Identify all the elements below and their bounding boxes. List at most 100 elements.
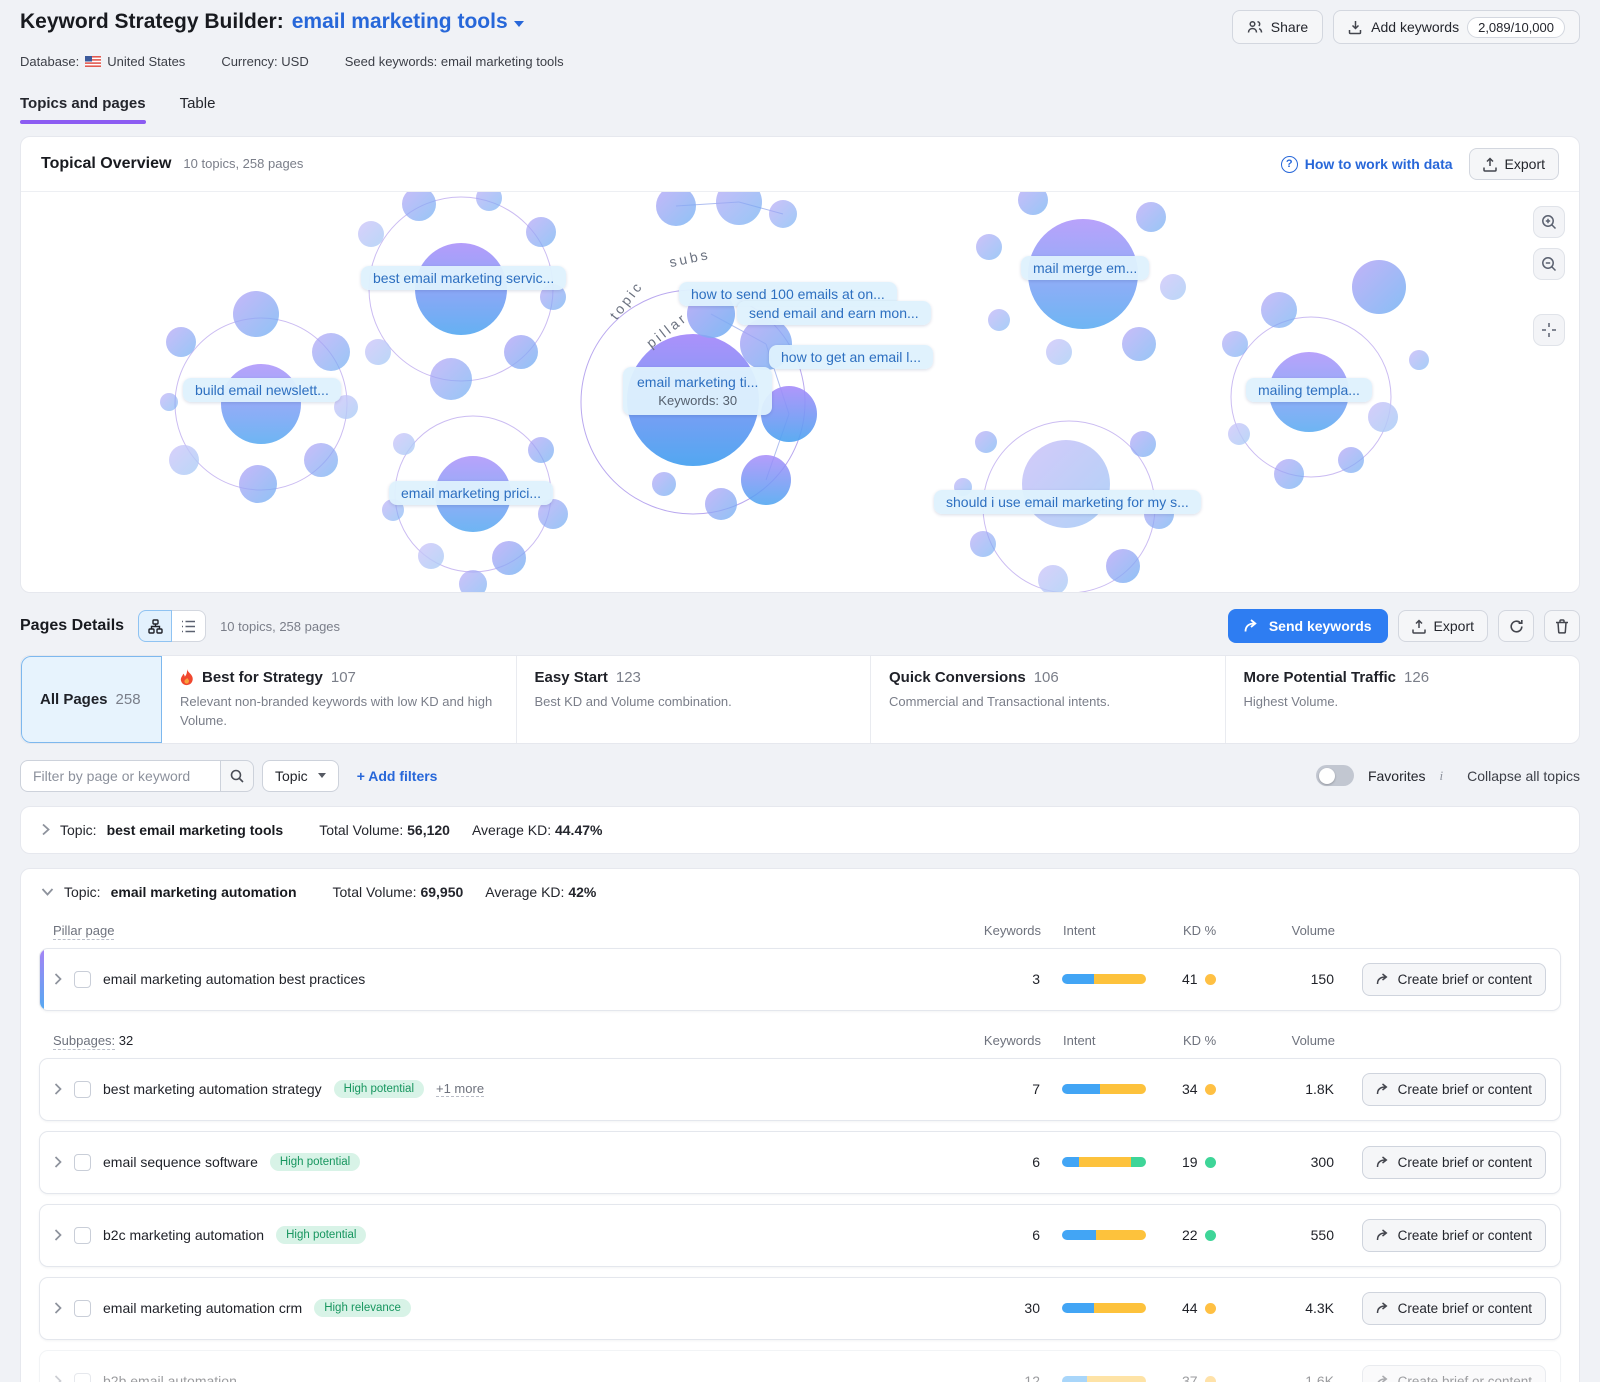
row-checkbox[interactable] bbox=[74, 1300, 91, 1317]
chevron-right-icon[interactable] bbox=[54, 973, 62, 985]
high-potential-badge: High potential bbox=[334, 1080, 424, 1098]
page-name[interactable]: b2b email automation bbox=[103, 1373, 237, 1382]
bubble-label[interactable]: how to get an email l... bbox=[769, 345, 933, 369]
more-badges-link[interactable]: +1 more bbox=[436, 1081, 484, 1097]
create-brief-button[interactable]: Create brief or content bbox=[1362, 1146, 1546, 1179]
create-brief-button[interactable]: Create brief or content bbox=[1362, 1365, 1546, 1382]
export-label: Export bbox=[1434, 618, 1474, 634]
create-brief-label: Create brief or content bbox=[1398, 972, 1532, 987]
page-name[interactable]: email marketing automation best practice… bbox=[103, 971, 365, 987]
database-value: United States bbox=[107, 54, 185, 69]
intent-segment-informational bbox=[1062, 1157, 1079, 1167]
bubble-label[interactable]: best email marketing servic... bbox=[361, 266, 566, 290]
subpage-row: b2b email automation 12 37 1.6K Create b… bbox=[39, 1350, 1561, 1382]
share-button[interactable]: Share bbox=[1232, 10, 1323, 44]
strategy-tab-quick-conversions[interactable]: Quick Conversions 106 Commercial and Tra… bbox=[871, 656, 1226, 743]
chevron-down-icon[interactable] bbox=[41, 887, 54, 896]
filter-search-input[interactable] bbox=[20, 760, 220, 792]
row-checkbox[interactable] bbox=[74, 1227, 91, 1244]
chevron-right-icon[interactable] bbox=[41, 823, 50, 836]
bubble-label[interactable]: mailing templa... bbox=[1246, 378, 1372, 402]
download-icon bbox=[1348, 20, 1363, 35]
pages-details-subtitle: 10 topics, 258 pages bbox=[220, 619, 340, 634]
zoom-in-button[interactable] bbox=[1533, 206, 1565, 238]
favorites-toggle[interactable] bbox=[1316, 765, 1354, 786]
strategy-tab-more-potential-traffic[interactable]: More Potential Traffic 126 Highest Volum… bbox=[1226, 656, 1580, 743]
row-checkbox[interactable] bbox=[74, 1154, 91, 1171]
tab-table-label: Table bbox=[180, 95, 216, 112]
topic-name: email marketing automation bbox=[111, 884, 297, 900]
tree-view-button[interactable] bbox=[138, 610, 172, 642]
chevron-right-icon[interactable] bbox=[54, 1156, 62, 1168]
project-selector[interactable]: email marketing tools bbox=[292, 10, 524, 34]
create-brief-button[interactable]: Create brief or content bbox=[1362, 1292, 1546, 1325]
row-checkbox[interactable] bbox=[74, 971, 91, 988]
subpage-row: b2c marketing automation High potential … bbox=[39, 1204, 1561, 1267]
bubble-label[interactable]: send email and earn mon... bbox=[737, 301, 931, 325]
strategy-tab-easy-start[interactable]: Easy Start 123 Best KD and Volume combin… bbox=[517, 656, 872, 743]
strategy-tab-best-for-strategy[interactable]: Best for Strategy 107 Relevant non-brand… bbox=[162, 656, 517, 743]
topic-bubble-chart[interactable]: subs topic pillar best email marketing s… bbox=[21, 192, 1579, 592]
tab-label: All Pages bbox=[40, 691, 108, 708]
topic-average-kd: Average KD: 44.47% bbox=[472, 822, 603, 838]
column-volume: Volume bbox=[1255, 1033, 1341, 1048]
send-keywords-button[interactable]: Send keywords bbox=[1228, 609, 1388, 643]
bubble-label-pillar[interactable]: email marketing ti... Keywords: 30 bbox=[623, 367, 772, 415]
column-keywords: Keywords bbox=[977, 1033, 1041, 1048]
zoom-out-button[interactable] bbox=[1533, 248, 1565, 280]
page-name[interactable]: email marketing automation crm bbox=[103, 1300, 302, 1316]
create-brief-button[interactable]: Create brief or content bbox=[1362, 1219, 1546, 1252]
topic-filter-dropdown[interactable]: Topic bbox=[262, 760, 339, 792]
bubble-label[interactable]: should i use email marketing for my s... bbox=[934, 490, 1201, 514]
bubble-label[interactable]: email marketing prici... bbox=[389, 481, 553, 505]
topic-header-best-email-marketing-tools[interactable]: Topic: best email marketing tools Total … bbox=[21, 807, 1579, 853]
overview-export-button[interactable]: Export bbox=[1469, 148, 1559, 180]
tab-table[interactable]: Table bbox=[180, 95, 216, 124]
fit-view-button[interactable] bbox=[1533, 314, 1565, 346]
create-brief-button[interactable]: Create brief or content bbox=[1362, 963, 1546, 996]
total-volume-label: Total Volume: bbox=[333, 884, 417, 900]
topic-total-volume: Total Volume: 69,950 bbox=[333, 884, 464, 900]
strategy-tab-all-pages[interactable]: All Pages 258 bbox=[21, 656, 162, 743]
delete-button[interactable] bbox=[1544, 610, 1580, 642]
page-name[interactable]: best marketing automation strategy bbox=[103, 1081, 322, 1097]
add-filters-link[interactable]: + Add filters bbox=[357, 768, 438, 784]
intent-bar bbox=[1062, 1303, 1146, 1313]
topical-overview-subtitle: 10 topics, 258 pages bbox=[183, 156, 303, 171]
intent-segment-informational bbox=[1062, 1084, 1100, 1094]
kd-value: 41 bbox=[1182, 971, 1198, 987]
tab-topics-and-pages[interactable]: Topics and pages bbox=[20, 95, 146, 124]
page-name[interactable]: email sequence software bbox=[103, 1154, 258, 1170]
volume-value: 550 bbox=[1254, 1227, 1340, 1243]
create-brief-label: Create brief or content bbox=[1398, 1374, 1532, 1382]
chevron-right-icon[interactable] bbox=[54, 1302, 62, 1314]
tab-count: 106 bbox=[1034, 669, 1059, 686]
chevron-right-icon[interactable] bbox=[54, 1375, 62, 1382]
topic-header-email-marketing-automation[interactable]: Topic: email marketing automation Total … bbox=[21, 869, 1579, 915]
add-keywords-button[interactable]: Add keywords 2,089/10,000 bbox=[1333, 10, 1580, 44]
intent-segment-commercial bbox=[1096, 1230, 1146, 1240]
refresh-button[interactable] bbox=[1498, 610, 1534, 642]
chevron-right-icon[interactable] bbox=[54, 1229, 62, 1241]
kd-cell: 34 bbox=[1168, 1081, 1254, 1097]
kd-dot bbox=[1205, 974, 1216, 985]
bubble-label[interactable]: build email newslett... bbox=[183, 378, 341, 402]
bubble-label[interactable]: mail merge em... bbox=[1021, 256, 1149, 280]
how-to-work-with-data-link[interactable]: ? How to work with data bbox=[1281, 156, 1453, 173]
row-checkbox[interactable] bbox=[74, 1081, 91, 1098]
chevron-right-icon[interactable] bbox=[54, 1083, 62, 1095]
pages-export-button[interactable]: Export bbox=[1398, 610, 1488, 642]
page-name[interactable]: b2c marketing automation bbox=[103, 1227, 264, 1243]
collapse-all-topics-link[interactable]: Collapse all topics bbox=[1467, 768, 1580, 784]
column-keywords: Keywords bbox=[977, 923, 1041, 938]
topic-label: Topic: bbox=[64, 884, 101, 900]
info-icon[interactable]: i bbox=[1440, 768, 1444, 784]
row-checkbox[interactable] bbox=[74, 1373, 91, 1382]
intent-segment-informational bbox=[1062, 1303, 1094, 1313]
create-brief-button[interactable]: Create brief or content bbox=[1362, 1073, 1546, 1106]
intent-segment-informational bbox=[1062, 1376, 1087, 1382]
list-view-button[interactable] bbox=[172, 610, 206, 642]
kd-value: 37 bbox=[1182, 1373, 1198, 1382]
search-button[interactable] bbox=[220, 760, 254, 792]
share-people-icon bbox=[1247, 20, 1263, 34]
